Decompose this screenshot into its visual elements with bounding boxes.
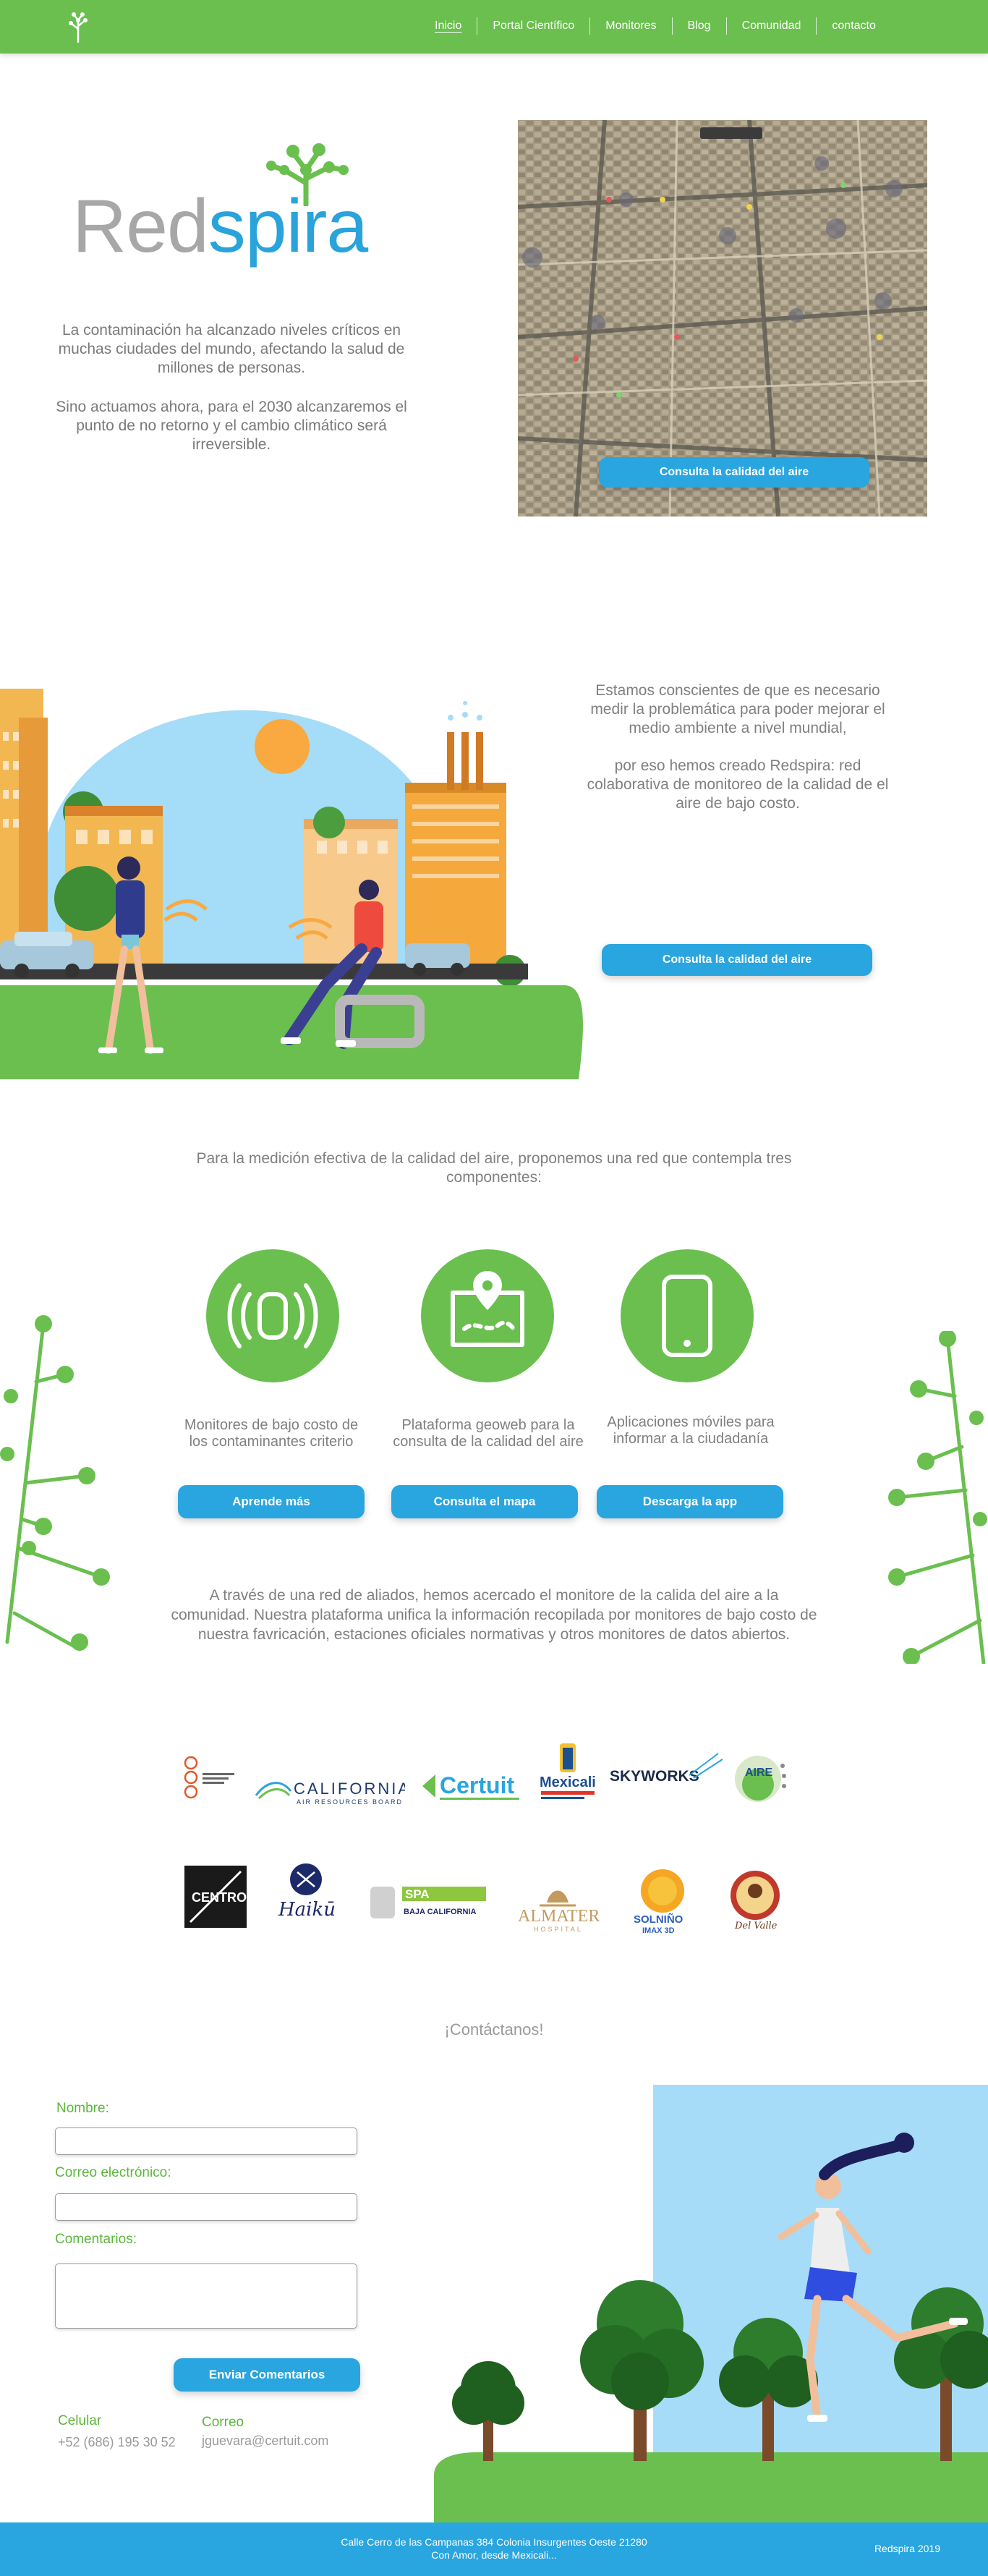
view-map-button[interactable]: Consulta el mapa bbox=[391, 1485, 578, 1518]
california-text: CALIFORNIA bbox=[294, 1780, 405, 1798]
almater-hospital-logo: ALMATER HOSPITAL bbox=[511, 1876, 605, 1934]
mexicali-logo: Mexicali bbox=[535, 1739, 600, 1808]
name-input[interactable] bbox=[55, 2127, 357, 2155]
baja-california-text: BAJA CALIFORNIA bbox=[404, 1908, 476, 1916]
nav-link-blog[interactable]: Blog bbox=[671, 17, 726, 35]
section2-paragraph-1: Estamos conscientes de que es necesario … bbox=[590, 682, 885, 736]
haiku-logo: Haikū bbox=[273, 1861, 338, 1930]
certuit-text: Certuit bbox=[440, 1772, 514, 1798]
component-label-apps: Aplicaciones móviles para informar a la … bbox=[607, 1414, 775, 1447]
section2-paragraph-2: por eso hemos creado Redspira: red colab… bbox=[587, 757, 889, 812]
mexicali-text: Mexicali bbox=[540, 1774, 596, 1790]
section2-air-quality-button[interactable]: Consulta la calidad del aire bbox=[602, 944, 872, 976]
footer-address-line-2: Con Amor, desde Mexicali... bbox=[431, 2549, 557, 2561]
nav-link-inicio[interactable]: Inicio bbox=[420, 17, 477, 35]
map-pin-icon bbox=[421, 1249, 554, 1382]
navbar: Inicio Portal Científico Monitores Blog … bbox=[0, 0, 988, 54]
aire-logo: AIRE bbox=[732, 1751, 790, 1805]
phone-label: Celular bbox=[58, 2413, 102, 2428]
california-air-resources-logo: CALIFORNIA AIR RESOURCES BOARD bbox=[253, 1774, 405, 1807]
components-intro: Para la medición efectiva de la calidad … bbox=[196, 1150, 792, 1186]
laboratorio-logo bbox=[182, 1756, 240, 1802]
phone-value[interactable]: +52 (686) 195 30 52 bbox=[58, 2435, 176, 2450]
hero-paragraph-2: Sino actuamos ahora, para el 2030 alcanz… bbox=[56, 399, 407, 453]
certuit-logo: Certuit bbox=[418, 1766, 528, 1806]
nav-links: Inicio Portal Científico Monitores Blog … bbox=[420, 17, 891, 35]
solnino-imax-logo: SOLNIÑO IMAX 3D bbox=[629, 1866, 699, 1936]
skyworks-text: SKYWORKS bbox=[610, 1768, 699, 1785]
download-app-button[interactable]: Descarga la app bbox=[597, 1485, 783, 1518]
city-illustration bbox=[0, 660, 586, 1079]
send-comments-button[interactable]: Enviar Comentarios bbox=[174, 2358, 360, 2392]
sensor-icon bbox=[206, 1249, 339, 1382]
del-valle-text: Del Valle bbox=[734, 1921, 778, 1931]
mail-value[interactable]: jguevara@certuit.com bbox=[202, 2433, 328, 2449]
smartphone-icon bbox=[621, 1249, 754, 1382]
footer: Calle Cerro de las Campanas 384 Colonia … bbox=[0, 2522, 988, 2576]
hero-text: La contaminación ha alcanzado niveles cr… bbox=[43, 321, 420, 454]
email-input[interactable] bbox=[55, 2193, 357, 2221]
air-resources-text: AIR RESOURCES BOARD bbox=[297, 1798, 403, 1806]
hospital-text: HOSPITAL bbox=[534, 1926, 583, 1933]
imax-text: IMAX 3D bbox=[642, 1926, 675, 1935]
logo-word-red: Red bbox=[72, 184, 209, 268]
map-info-chip bbox=[700, 127, 762, 139]
map-air-quality-button[interactable]: Consulta la calidad del aire bbox=[599, 457, 869, 488]
name-label: Nombre: bbox=[56, 2101, 109, 2116]
mail-label: Correo bbox=[202, 2415, 244, 2430]
comments-textarea[interactable] bbox=[55, 2263, 357, 2329]
centro-logo: CENTRO bbox=[183, 1864, 248, 1929]
section2-text: Estamos conscientes de que es necesario … bbox=[579, 681, 897, 813]
centro-text: CENTRO bbox=[192, 1890, 247, 1905]
partners-intro: A través de una red de aliados, hemos ac… bbox=[171, 1587, 817, 1643]
footer-address: Calle Cerro de las Campanas 384 Colonia … bbox=[0, 2535, 988, 2562]
footer-copyright: Redspira 2019 bbox=[874, 2543, 940, 2554]
park-illustration bbox=[434, 2085, 988, 2522]
aire-text: AIRE bbox=[745, 1767, 773, 1779]
nav-link-monitores[interactable]: Monitores bbox=[589, 17, 671, 35]
component-label-platform: Plataforma geoweb para la consulta de la… bbox=[393, 1417, 584, 1450]
redspira-tree-icon[interactable] bbox=[64, 10, 93, 43]
logo-wordmark: Redspira bbox=[72, 189, 368, 264]
spa-baja-california-logo: SPA BAJA CALIFORNIA bbox=[369, 1882, 489, 1927]
right-branch-decoration bbox=[888, 1331, 987, 1664]
solnino-text: SOLNIÑO bbox=[634, 1913, 683, 1926]
learn-more-button[interactable]: Aprende más bbox=[178, 1485, 365, 1518]
nav-link-contacto[interactable]: contacto bbox=[816, 17, 890, 35]
runner-park-image bbox=[434, 2085, 988, 2522]
spa-text: SPA bbox=[405, 1887, 430, 1901]
city-scene-image bbox=[0, 689, 583, 1079]
nav-link-comunidad[interactable]: Comunidad bbox=[725, 17, 817, 35]
almater-text: ALMATER bbox=[518, 1907, 600, 1926]
left-branch-decoration bbox=[0, 1315, 110, 1652]
component-label-monitors: Monitores de bajo costo de los contamina… bbox=[184, 1417, 359, 1450]
footer-address-line-1: Calle Cerro de las Campanas 384 Colonia … bbox=[341, 2536, 647, 2548]
logo-word-spira: spira bbox=[208, 184, 368, 268]
haiku-text: Haikū bbox=[278, 1899, 336, 1921]
skyworks-logo: SKYWORKS bbox=[610, 1749, 725, 1793]
nav-link-portal-cientifico[interactable]: Portal Científico bbox=[477, 17, 589, 35]
redspira-logo: Redspira bbox=[72, 141, 398, 286]
email-label: Correo electrónico: bbox=[55, 2165, 171, 2180]
comments-label: Comentarios: bbox=[55, 2232, 137, 2247]
contact-title: ¡Contáctanos! bbox=[444, 2020, 544, 2039]
hero-paragraph-1: La contaminación ha alcanzado niveles cr… bbox=[58, 322, 405, 376]
del-valle-logo: Del Valle bbox=[726, 1868, 784, 1933]
